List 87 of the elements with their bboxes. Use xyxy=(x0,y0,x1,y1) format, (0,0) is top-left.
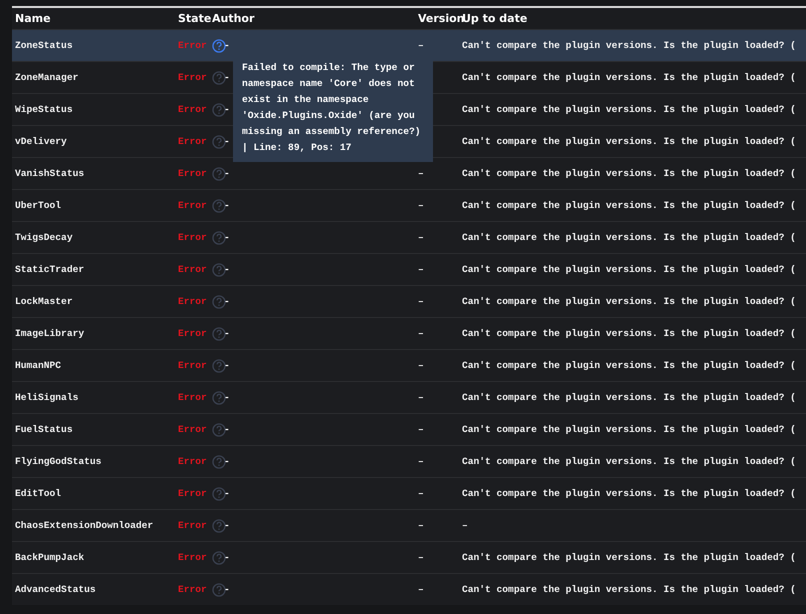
state-text: Error xyxy=(178,200,208,211)
status-text: Can't compare the plugin versions. Is the plugin loaded? ( xyxy=(462,104,797,115)
state-text: Error xyxy=(178,168,208,179)
state-text: Error xyxy=(178,456,208,467)
plugin-name: FuelStatus xyxy=(15,424,74,435)
author-text: - xyxy=(224,264,230,275)
status-text: Can't compare the plugin versions. Is the plugin loaded? ( xyxy=(462,328,797,339)
plugin-name: UberTool xyxy=(15,200,62,211)
state-text: Error xyxy=(178,40,208,51)
author-text: - xyxy=(224,424,230,435)
state-text: Error xyxy=(178,360,208,371)
status-text: Can't compare the plugin versions. Is the plugin loaded? ( xyxy=(462,488,797,499)
author-text: - xyxy=(224,40,230,51)
status-text: Can't compare the plugin versions. Is the plugin loaded? ( xyxy=(462,392,797,403)
author-text: - xyxy=(224,520,230,531)
plugin-name: ZoneManager xyxy=(15,72,80,83)
version-text: – xyxy=(418,264,425,275)
state-text: Error xyxy=(178,488,208,499)
version-text: – xyxy=(418,40,425,51)
status-text: Can't compare the plugin versions. Is the plugin loaded? ( xyxy=(462,264,797,275)
version-text: – xyxy=(418,520,425,531)
plugin-name: TwigsDecay xyxy=(15,232,74,243)
author-text: - xyxy=(224,104,230,115)
status-text: Can't compare the plugin versions. Is the plugin loaded? ( xyxy=(462,424,797,435)
author-text: - xyxy=(224,392,230,403)
plugin-name: LockMaster xyxy=(15,296,74,307)
plugin-name: HumanNPC xyxy=(15,360,62,371)
state-text: Error xyxy=(178,104,208,115)
author-text: - xyxy=(224,136,230,147)
status-text: Can't compare the plugin versions. Is the plugin loaded? ( xyxy=(462,584,797,595)
state-text: Error xyxy=(178,584,208,595)
version-text: – xyxy=(418,424,425,435)
status-text: – xyxy=(462,520,469,531)
state-text: Error xyxy=(178,552,208,563)
status-text: Can't compare the plugin versions. Is the plugin loaded? ( xyxy=(462,296,797,307)
version-text: – xyxy=(418,456,425,467)
author-text: - xyxy=(224,456,230,467)
author-text: - xyxy=(224,488,230,499)
version-text: – xyxy=(418,200,425,211)
version-text: – xyxy=(418,232,425,243)
author-text: - xyxy=(224,232,230,243)
author-text: - xyxy=(224,328,230,339)
status-text: Can't compare the plugin versions. Is the plugin loaded? ( xyxy=(462,168,797,179)
status-text: Can't compare the plugin versions. Is the plugin loaded? ( xyxy=(462,40,797,51)
state-text: Error xyxy=(178,296,208,307)
version-text: – xyxy=(418,584,425,595)
author-text: - xyxy=(224,296,230,307)
author-text: - xyxy=(224,200,230,211)
status-text: Can't compare the plugin versions. Is the plugin loaded? ( xyxy=(462,552,797,563)
plugin-name: WipeStatus xyxy=(15,104,74,115)
plugin-name: ZoneStatus xyxy=(15,40,74,51)
status-text: Can't compare the plugin versions. Is the plugin loaded? ( xyxy=(462,232,797,243)
plugin-name: vDelivery xyxy=(15,136,68,147)
plugin-name: AdvancedStatus xyxy=(15,584,97,595)
state-text: Error xyxy=(178,392,208,403)
version-text: – xyxy=(418,360,425,371)
state-text: Error xyxy=(178,72,208,83)
author-text: - xyxy=(224,584,230,595)
state-text: Error xyxy=(178,136,208,147)
version-text: – xyxy=(418,392,425,403)
state-text: Error xyxy=(178,264,208,275)
version-text: – xyxy=(418,296,425,307)
state-text: Error xyxy=(178,520,208,531)
version-text: – xyxy=(418,552,425,563)
version-text: – xyxy=(418,168,425,179)
author-text: - xyxy=(224,168,230,179)
plugin-name: FlyingGodStatus xyxy=(15,456,102,467)
status-text: Can't compare the plugin versions. Is the plugin loaded? ( xyxy=(462,360,797,371)
version-text: – xyxy=(418,328,425,339)
status-text: Can't compare the plugin versions. Is the plugin loaded? ( xyxy=(462,456,797,467)
status-text: Can't compare the plugin versions. Is the plugin loaded? ( xyxy=(462,72,797,83)
status-text: Can't compare the plugin versions. Is the plugin loaded? ( xyxy=(462,136,797,147)
author-text: - xyxy=(224,552,230,563)
state-text: Error xyxy=(178,232,208,243)
author-text: - xyxy=(224,360,230,371)
version-text: – xyxy=(418,488,425,499)
state-text: Error xyxy=(178,328,208,339)
plugin-name: VanishStatus xyxy=(15,168,86,179)
plugin-name: BackPumpJack xyxy=(15,552,86,563)
plugin-name: ImageLibrary xyxy=(15,328,86,339)
state-text: Error xyxy=(178,424,208,435)
plugin-name: HeliSignals xyxy=(15,392,80,403)
plugin-name: EditTool xyxy=(15,488,62,499)
status-text: Can't compare the plugin versions. Is the plugin loaded? ( xyxy=(462,200,797,211)
plugin-name: ChaosExtensionDownloader xyxy=(15,520,154,531)
plugin-name: StaticTrader xyxy=(15,264,86,275)
author-text: - xyxy=(224,72,230,83)
